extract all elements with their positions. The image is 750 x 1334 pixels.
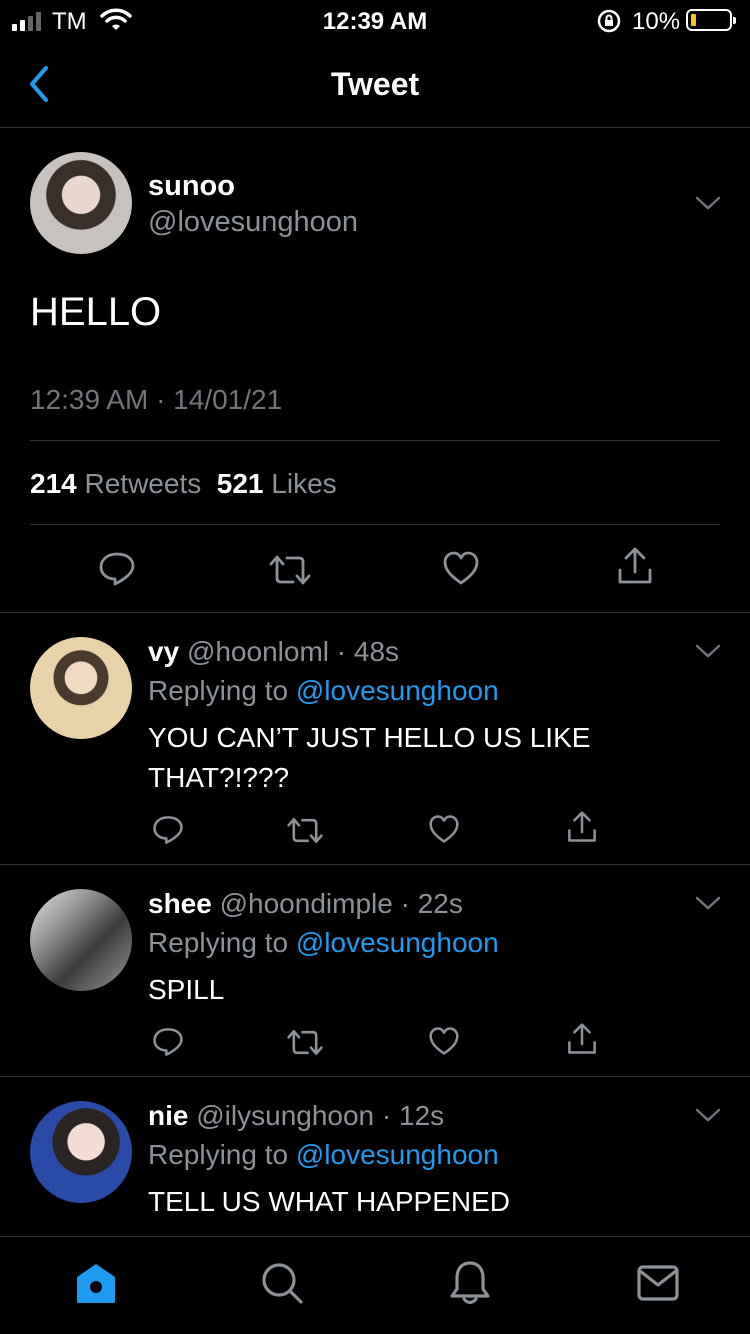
rotation-lock-icon [597, 9, 621, 33]
reply-age: · 22s [400, 888, 463, 919]
reply-author-name[interactable]: nie [148, 1100, 188, 1131]
author-name[interactable]: sunoo [148, 170, 235, 203]
divider [30, 440, 720, 441]
chevron-down-icon[interactable] [694, 642, 722, 660]
retweet-icon[interactable] [286, 1027, 324, 1058]
home-icon[interactable] [74, 1261, 118, 1305]
tweet-text: HELLO [30, 290, 162, 334]
retweets-label[interactable]: Retweets [85, 468, 202, 499]
reply-author-handle[interactable]: @ilysunghoon [196, 1100, 374, 1131]
tab-bar [0, 1236, 750, 1334]
author-handle[interactable]: @lovesunghoon [148, 206, 358, 239]
reply-header: shee @hoondimple · 22s [148, 888, 463, 920]
battery-percentage: 10% [632, 8, 681, 35]
retweet-icon[interactable] [268, 552, 312, 588]
like-icon[interactable] [442, 550, 480, 586]
reply-age: · 12s [381, 1100, 445, 1131]
tweet-stats: 214 Retweets 521 Likes [30, 468, 337, 500]
divider [0, 1076, 750, 1077]
status-bar: TM 12:39 AM 10% [0, 0, 750, 40]
share-icon[interactable] [566, 810, 598, 844]
reply-author-name[interactable]: shee [148, 888, 212, 919]
reply-age: · 48s [336, 636, 400, 667]
share-icon[interactable] [616, 546, 654, 586]
reply-author-handle[interactable]: @hoondimple [220, 888, 393, 919]
like-icon[interactable] [428, 1026, 460, 1056]
messages-icon[interactable] [636, 1263, 680, 1303]
replying-to-label: Replying to [148, 1139, 289, 1170]
page-title: Tweet [330, 66, 420, 102]
share-icon[interactable] [566, 1022, 598, 1056]
divider [30, 524, 720, 525]
replying-to-label: Replying to [148, 675, 289, 706]
reply-text: SPILL [148, 974, 225, 1005]
reply-text: TELL US WHAT HAPPENED [148, 1186, 511, 1217]
reply-icon[interactable] [152, 814, 184, 846]
retweets-count[interactable]: 214 [30, 468, 77, 499]
retweet-icon[interactable] [286, 815, 324, 846]
chevron-down-icon[interactable] [694, 194, 722, 212]
replying-to: Replying to @lovesunghoon [148, 675, 499, 707]
replying-to-handle[interactable]: @lovesunghoon [296, 1139, 499, 1170]
replying-to-label: Replying to [148, 927, 289, 958]
nav-bar: Tweet [0, 40, 750, 128]
battery-icon [686, 9, 736, 31]
avatar[interactable] [30, 637, 132, 739]
replying-to-handle[interactable]: @lovesunghoon [296, 675, 499, 706]
chevron-down-icon[interactable] [694, 1106, 722, 1124]
avatar[interactable] [30, 889, 132, 991]
replying-to: Replying to @lovesunghoon [148, 1139, 499, 1171]
likes-label[interactable]: Likes [271, 468, 336, 499]
notifications-icon[interactable] [448, 1259, 492, 1307]
reply-text: YOU CAN’T JUST HELLO US LIKE THAT?!??? [148, 722, 591, 793]
avatar[interactable] [30, 152, 132, 254]
divider [0, 864, 750, 865]
chevron-down-icon[interactable] [694, 894, 722, 912]
reply-header: vy @hoonloml · 48s [148, 636, 399, 668]
like-icon[interactable] [428, 814, 460, 844]
divider [0, 612, 750, 613]
search-icon[interactable] [260, 1261, 304, 1305]
avatar[interactable] [30, 1101, 132, 1203]
reply-icon[interactable] [152, 1026, 184, 1058]
tweet-timestamp[interactable]: 12:39 AM · 14/01/21 [30, 384, 282, 416]
reply-header: nie @ilysunghoon · 12s [148, 1100, 444, 1132]
likes-count[interactable]: 521 [217, 468, 264, 499]
reply-icon[interactable] [98, 550, 136, 588]
reply-author-name[interactable]: vy [148, 636, 179, 667]
reply-author-handle[interactable]: @hoonloml [187, 636, 329, 667]
replying-to: Replying to @lovesunghoon [148, 927, 499, 959]
replying-to-handle[interactable]: @lovesunghoon [296, 927, 499, 958]
